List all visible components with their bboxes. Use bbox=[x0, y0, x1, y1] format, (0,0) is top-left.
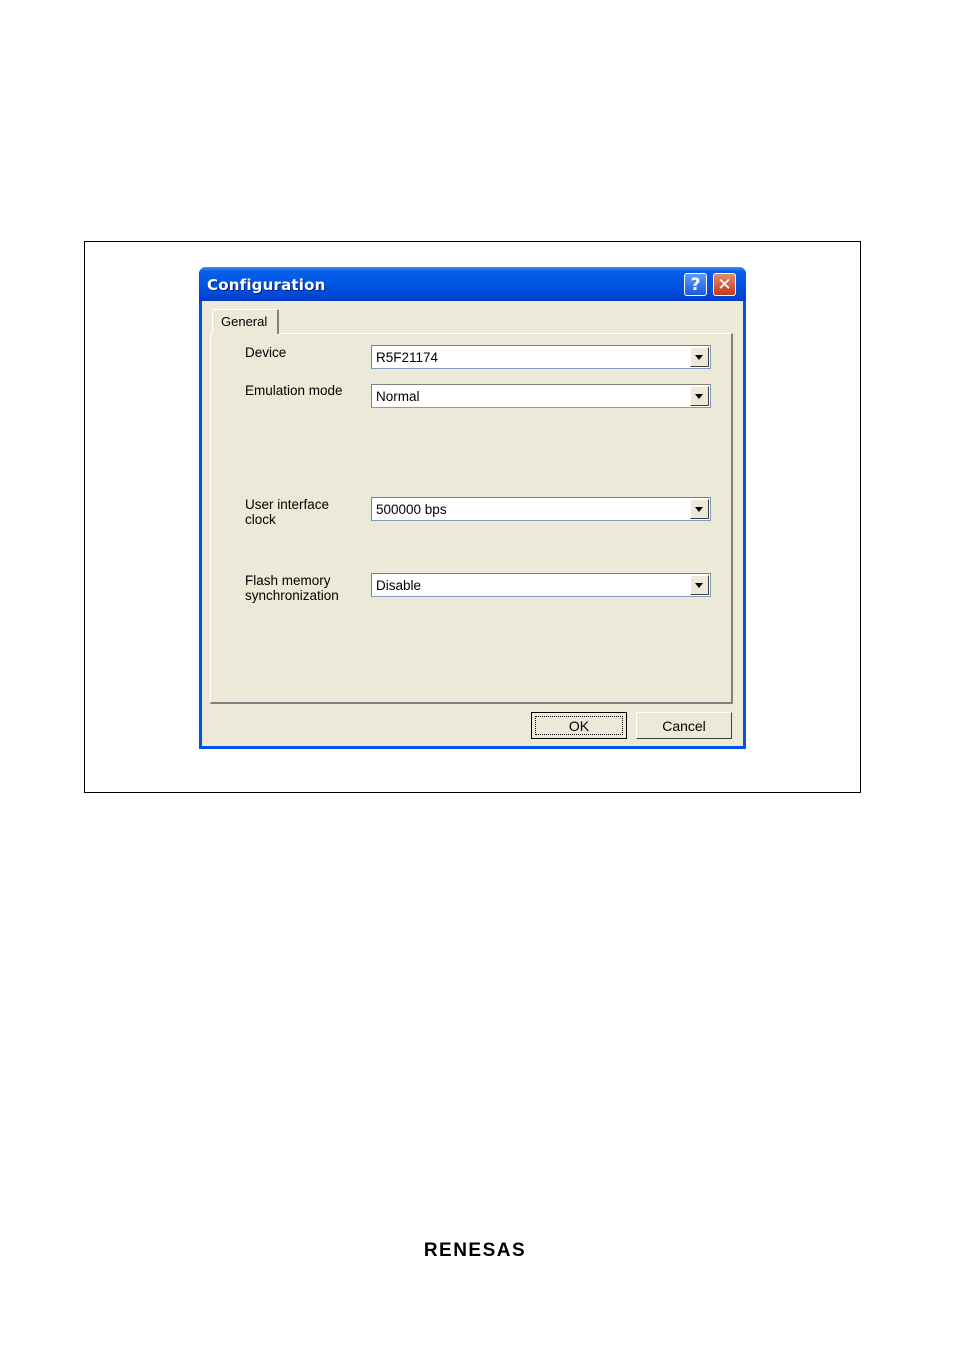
user-interface-clock-label-line2: clock bbox=[245, 512, 276, 527]
dialog-client-area: General Device R5F21174 Emulation mode N… bbox=[202, 301, 743, 746]
emulation-mode-value: Normal bbox=[376, 389, 420, 404]
device-combobox[interactable]: R5F21174 bbox=[371, 345, 711, 369]
device-value: R5F21174 bbox=[376, 350, 439, 365]
user-interface-clock-combobox[interactable]: 500000 bps bbox=[371, 497, 711, 521]
emulation-mode-combobox[interactable]: Normal bbox=[371, 384, 711, 408]
ok-button[interactable]: OK bbox=[531, 712, 627, 739]
tab-general-label: General bbox=[221, 314, 268, 329]
chevron-down-icon[interactable] bbox=[690, 347, 709, 367]
user-interface-clock-label-line1: User interface bbox=[245, 497, 330, 512]
device-label: Device bbox=[245, 345, 287, 360]
general-tab-panel: Device R5F21174 Emulation mode Normal Us… bbox=[210, 333, 733, 704]
tab-general[interactable]: General bbox=[212, 309, 279, 334]
question-mark-icon: ? bbox=[690, 274, 701, 295]
user-interface-clock-label: User interface clock bbox=[245, 497, 329, 527]
flash-memory-sync-label: Flash memory synchronization bbox=[245, 573, 339, 603]
flash-memory-sync-label-line2: synchronization bbox=[245, 588, 339, 603]
renesas-logo-text: RENESAS bbox=[424, 1240, 526, 1261]
user-interface-clock-value: 500000 bps bbox=[376, 502, 447, 517]
close-x-icon: ✕ bbox=[717, 274, 732, 295]
chevron-down-icon[interactable] bbox=[690, 575, 709, 595]
help-button[interactable]: ? bbox=[684, 273, 707, 296]
close-button[interactable]: ✕ bbox=[713, 273, 736, 296]
flash-memory-sync-value: Disable bbox=[376, 578, 422, 593]
title-bar[interactable]: Configuration ? ✕ bbox=[199, 267, 746, 301]
focus-rectangle bbox=[535, 716, 623, 735]
cancel-button[interactable]: Cancel bbox=[636, 712, 732, 739]
cancel-button-label: Cancel bbox=[662, 717, 706, 734]
chevron-down-icon[interactable] bbox=[690, 386, 709, 406]
configuration-dialog: Configuration ? ✕ General Device R5F2117… bbox=[199, 267, 746, 749]
flash-memory-sync-combobox[interactable]: Disable bbox=[371, 573, 711, 597]
chevron-down-icon[interactable] bbox=[690, 499, 709, 519]
dialog-title: Configuration bbox=[207, 276, 326, 294]
flash-memory-sync-label-line1: Flash memory bbox=[245, 573, 331, 588]
emulation-mode-label: Emulation mode bbox=[245, 383, 343, 398]
renesas-logo: RENESAS bbox=[424, 1240, 526, 1261]
